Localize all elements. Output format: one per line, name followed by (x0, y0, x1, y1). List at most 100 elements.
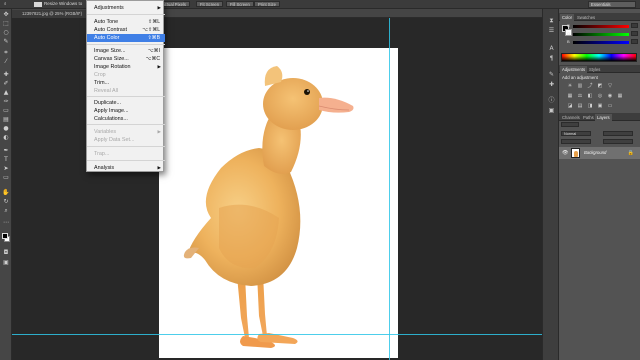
type-tool-icon[interactable]: T (2, 156, 10, 164)
clone-stamp-tool-icon[interactable]: ▲ (2, 89, 10, 97)
tab-styles[interactable]: Styles (587, 66, 602, 73)
menu-item-adjustments[interactable]: Adjustments ▶ (87, 4, 165, 12)
menu-item-shortcut: ⇧⌘B (147, 35, 160, 41)
channel-mixer-icon[interactable]: ◉ (607, 93, 613, 99)
tab-channels[interactable]: Channels (560, 114, 582, 121)
quick-mask-icon[interactable]: ◘ (2, 249, 10, 257)
print-size-button[interactable]: Print Size (254, 1, 280, 7)
tab-layers[interactable]: Layers (595, 114, 612, 121)
menu-item-analysis[interactable]: Analysis ▶ (87, 164, 165, 172)
menu-item-trim[interactable]: Trim... (87, 79, 165, 87)
hue-saturation-icon[interactable]: ▦ (567, 93, 573, 99)
tab-adjustments[interactable]: Adjustments (560, 66, 588, 73)
blend-mode-select[interactable]: Normal (561, 131, 591, 136)
properties-panel-icon[interactable]: ☰ (547, 27, 556, 35)
rotate-view-tool-icon[interactable]: ↻ (2, 198, 10, 206)
menu-separator (87, 160, 165, 161)
navigator-panel-icon[interactable]: ▣ (547, 107, 556, 115)
healing-brush-tool-icon[interactable]: ✚ (2, 71, 10, 79)
blue-value-field[interactable] (631, 39, 638, 44)
menu-item-image-size[interactable]: Image Size... ⌥⌘I (87, 47, 165, 55)
pen-tool-icon[interactable]: ✒ (2, 147, 10, 155)
tab-color[interactable]: Color (560, 14, 575, 21)
exposure-icon[interactable]: ◩ (597, 83, 603, 89)
color-balance-icon[interactable]: ⚖ (577, 93, 583, 99)
edit-toolbar-icon[interactable]: ⋯ (2, 219, 10, 227)
lasso-tool-icon[interactable]: ○ (2, 29, 10, 37)
brush-tool-icon[interactable]: ✐ (2, 80, 10, 88)
guide-horizontal[interactable] (12, 334, 542, 335)
menu-separator (87, 44, 165, 45)
history-brush-tool-icon[interactable]: ✑ (2, 98, 10, 106)
layer-filter-field[interactable] (561, 122, 579, 127)
levels-icon[interactable]: ▥ (577, 83, 583, 89)
menu-item-duplicate[interactable]: Duplicate... (87, 99, 165, 107)
move-tool-icon[interactable]: ✥ (2, 11, 10, 19)
menu-item-image-rotation[interactable]: Image Rotation ▶ (87, 63, 165, 71)
foreground-color-swatch[interactable] (2, 233, 8, 239)
eraser-tool-icon[interactable]: ▭ (2, 107, 10, 115)
resize-windows-checkbox[interactable] (34, 2, 42, 7)
curves-icon[interactable]: ⤴ (587, 83, 593, 89)
screen-mode-icon[interactable]: ▣ (2, 259, 10, 267)
fill-field[interactable] (603, 139, 633, 144)
path-select-tool-icon[interactable]: ➤ (2, 165, 10, 173)
photo-filter-icon[interactable]: ◎ (597, 93, 603, 99)
paragraph-panel-icon[interactable]: ¶ (547, 55, 556, 63)
marquee-tool-icon[interactable]: ⬚ (2, 20, 10, 28)
history-panel-icon[interactable]: ⧗ (547, 17, 556, 25)
threshold-icon[interactable]: ◨ (587, 103, 593, 109)
shape-tool-icon[interactable]: ▭ (2, 174, 10, 182)
black-white-icon[interactable]: ◧ (587, 93, 593, 99)
zoom-tool-icon[interactable]: ⌕ (2, 207, 10, 215)
red-value-field[interactable] (631, 23, 638, 28)
menu-item-label: Calculations... (94, 116, 128, 122)
blur-tool-icon[interactable]: ● (2, 125, 10, 133)
duckling-photo (183, 66, 354, 348)
layer-row-background[interactable]: 👁 Background 🔒 (559, 147, 640, 159)
menu-item-apply-image[interactable]: Apply Image... (87, 107, 165, 115)
info-panel-icon[interactable]: ⓘ (547, 97, 556, 105)
zoom-tool-icon[interactable]: ⌕ (4, 1, 7, 6)
workspace-switcher[interactable]: Essentials (588, 1, 636, 8)
green-value-field[interactable] (631, 31, 638, 36)
menu-item-canvas-size[interactable]: Canvas Size... ⌥⌘C (87, 55, 165, 63)
menu-separator (87, 146, 165, 147)
fit-screen-button[interactable]: Fit Screen (196, 1, 224, 7)
hand-tool-icon[interactable]: ✋ (2, 189, 10, 197)
invert-icon[interactable]: ◪ (567, 103, 573, 109)
quick-select-tool-icon[interactable]: ✎ (2, 38, 10, 46)
lock-options[interactable] (561, 139, 591, 144)
clone-source-panel-icon[interactable]: ✚ (547, 81, 556, 89)
posterize-icon[interactable]: ▤ (577, 103, 583, 109)
eye-icon[interactable]: 👁 (562, 150, 568, 156)
vibrance-icon[interactable]: ▽ (607, 83, 613, 89)
tab-swatches[interactable]: Swatches (575, 14, 597, 21)
blue-slider[interactable] (573, 41, 629, 44)
document-canvas[interactable] (159, 48, 398, 358)
color-spectrum[interactable] (561, 53, 637, 62)
fill-screen-button[interactable]: Fill Screen (226, 1, 254, 7)
green-slider[interactable] (573, 33, 629, 36)
color-lookup-icon[interactable]: ▦ (617, 93, 623, 99)
guide-vertical[interactable] (389, 18, 390, 360)
gradient-tool-icon[interactable]: ▤ (2, 116, 10, 124)
gradient-map-icon[interactable]: ▭ (607, 103, 613, 109)
dodge-tool-icon[interactable]: ◐ (2, 134, 10, 142)
menu-item-auto-tone[interactable]: Auto Tone ⇧⌘L (87, 18, 165, 26)
opacity-field[interactable] (603, 131, 633, 136)
red-slider[interactable] (573, 25, 629, 28)
menu-item-label: Duplicate... (94, 100, 121, 106)
tab-paths[interactable]: Paths (581, 114, 596, 121)
menu-item-auto-color[interactable]: Auto Color ⇧⌘B (87, 34, 165, 42)
menu-item-label: Image Size... (94, 48, 126, 54)
eyedropper-tool-icon[interactable]: ⁄ (2, 58, 10, 66)
menu-item-calculations[interactable]: Calculations... (87, 115, 165, 123)
menu-item-auto-contrast[interactable]: Auto Contrast ⌥⇧⌘L (87, 26, 165, 34)
selective-color-icon[interactable]: ▣ (597, 103, 603, 109)
brightness-icon[interactable]: ☀ (567, 83, 573, 89)
crop-tool-icon[interactable]: ⌗ (2, 49, 10, 57)
document-tab[interactable]: 12397821.jpg @ 25% (RGB/8*) (12, 10, 87, 18)
brush-panel-icon[interactable]: ✎ (547, 71, 556, 79)
character-panel-icon[interactable]: A (547, 45, 556, 53)
